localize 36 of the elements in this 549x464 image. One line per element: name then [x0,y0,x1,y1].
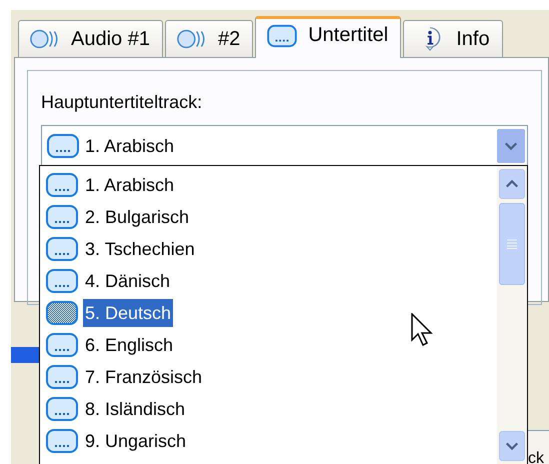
subtitle-track-dropdown[interactable]: 1. Arabisch [41,125,528,167]
list-option[interactable]: 3. Tschechien [46,233,497,265]
speech-bubble-icon [46,236,78,262]
speech-bubble-icon [266,24,298,48]
list-option[interactable]: 5. Deutsch [46,297,497,329]
speech-bubble-icon [46,428,78,454]
chevron-down-icon [505,441,519,451]
list-option[interactable]: 6. Englisch [46,329,497,361]
speech-bubble-icon [46,396,78,422]
speech-bubble-icon [46,364,78,390]
grip-icon [507,239,517,249]
field-label: Hauptuntertiteltrack: [41,91,204,113]
scrollbar[interactable] [497,166,527,464]
list-option[interactable]: 9. Ungarisch [46,425,497,457]
chevron-up-icon [505,179,519,189]
list-option[interactable]: 4. Dänisch [46,265,497,297]
list-option[interactable]: 1. Arabisch [46,169,497,201]
scroll-up-button[interactable] [499,169,525,199]
tab[interactable]: Audio #1 [18,20,163,57]
tab[interactable]: Untertitel [255,16,402,58]
speech-bubble-icon [46,300,78,326]
dropdown-button[interactable] [497,129,525,163]
speech-bubble-icon [46,172,78,198]
tab[interactable]: Info [403,20,503,57]
speech-bubble-icon [46,332,78,358]
speech-bubble-icon [47,133,79,159]
chevron-down-icon [504,141,518,151]
scroll-down-button[interactable] [499,431,525,461]
mouse-pointer-icon [411,313,433,347]
speech-bubble-icon [46,204,78,230]
list-option[interactable]: 2. Bulgarisch [46,201,497,233]
speech-bubble-icon [46,268,78,294]
scroll-thumb[interactable] [499,203,525,285]
list-option[interactable]: 8. Isländisch [46,393,497,425]
tab[interactable]: #2 [164,20,254,57]
list-option[interactable]: 7. Französisch [46,361,497,393]
